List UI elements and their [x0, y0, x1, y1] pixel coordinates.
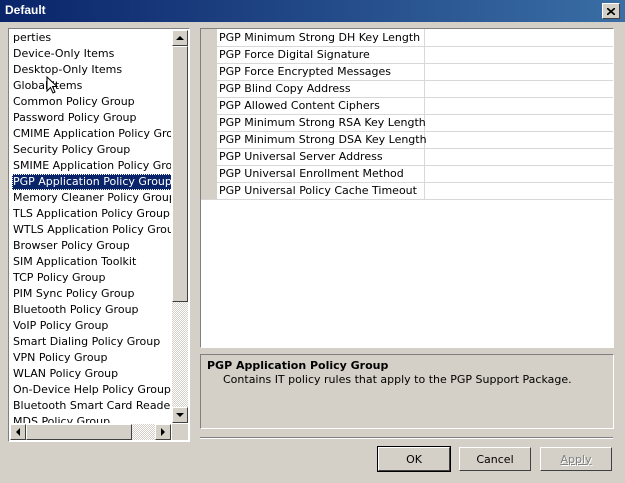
grid-property-name[interactable]: PGP Blind Copy Address — [218, 80, 425, 97]
list-item[interactable]: perties — [12, 30, 52, 46]
grid-row-margin — [201, 114, 217, 131]
grid-property-value[interactable] — [425, 63, 613, 80]
scroll-left-button[interactable] — [10, 424, 26, 440]
list-item[interactable]: Browser Policy Group — [12, 238, 131, 254]
scroll-right-button[interactable] — [155, 424, 171, 440]
grid-property-value[interactable] — [425, 114, 613, 131]
list-item[interactable]: On-Device Help Policy Group — [12, 382, 171, 398]
grid-property-name[interactable]: PGP Minimum Strong RSA Key Length — [218, 114, 426, 131]
grid-property-name[interactable]: PGP Universal Server Address — [218, 148, 425, 165]
grid-property-name[interactable]: PGP Minimum Strong DH Key Length — [218, 29, 425, 46]
close-icon — [607, 7, 615, 15]
arrow-up-icon — [176, 36, 184, 40]
cancel-button[interactable]: Cancel — [459, 447, 531, 471]
list-item[interactable]: PGP Application Policy Group — [12, 174, 171, 190]
apply-button-label: Apply — [560, 452, 592, 466]
ok-button[interactable]: OK — [377, 446, 451, 472]
description-text: Contains IT policy rules that apply to t… — [223, 373, 572, 386]
grid-row[interactable]: PGP Minimum Strong RSA Key Length — [201, 114, 613, 132]
list-item[interactable]: VPN Policy Group — [12, 350, 109, 366]
property-grid[interactable]: PGP Minimum Strong DH Key Length PGP Forc… — [200, 28, 614, 348]
list-item[interactable]: SMIME Application Policy Group — [12, 158, 171, 174]
list-item[interactable]: TLS Application Policy Group — [12, 206, 171, 222]
vertical-scroll-thumb[interactable] — [172, 46, 188, 302]
grid-row[interactable]: PGP Force Digital Signature — [201, 46, 613, 64]
list-item[interactable]: Security Policy Group — [12, 142, 131, 158]
list-item[interactable]: WLAN Policy Group — [12, 366, 119, 382]
grid-row[interactable]: PGP Force Encrypted Messages — [201, 63, 613, 81]
grid-property-value[interactable] — [425, 131, 613, 148]
grid-row-margin — [201, 165, 217, 182]
vertical-scrollbar[interactable] — [172, 30, 188, 423]
separator — [200, 437, 613, 439]
grid-property-value[interactable] — [425, 29, 613, 46]
list-item[interactable]: CMIME Application Policy Group — [12, 126, 171, 142]
grid-property-value[interactable] — [425, 165, 613, 182]
list-item[interactable]: WTLS Application Policy Group — [12, 222, 171, 238]
list-item[interactable]: Desktop-Only Items — [12, 62, 123, 78]
grid-property-value[interactable] — [425, 182, 613, 199]
description-panel: PGP Application Policy Group Contains IT… — [200, 354, 614, 429]
grid-row-margin — [201, 97, 217, 114]
grid-row-margin — [201, 148, 217, 165]
horizontal-scrollbar[interactable] — [10, 424, 171, 440]
grid-row[interactable]: PGP Minimum Strong DH Key Length — [201, 29, 613, 47]
arrow-right-icon — [161, 428, 165, 436]
list-item[interactable]: Bluetooth Policy Group — [12, 302, 140, 318]
grid-property-name[interactable]: PGP Minimum Strong DSA Key Length — [218, 131, 427, 148]
list-item[interactable]: PIM Sync Policy Group — [12, 286, 136, 302]
grid-property-value[interactable] — [425, 97, 613, 114]
grid-row-margin — [201, 131, 217, 148]
grid-row[interactable]: PGP Universal Enrollment Method — [201, 165, 613, 183]
list-item[interactable]: TCP Policy Group — [12, 270, 107, 286]
description-title: PGP Application Policy Group — [207, 359, 389, 372]
grid-property-name[interactable]: PGP Universal Policy Cache Timeout — [218, 182, 425, 199]
mouse-cursor-icon — [46, 76, 58, 94]
grid-row-margin — [201, 182, 217, 199]
grid-property-name[interactable]: PGP Force Digital Signature — [218, 46, 425, 63]
grid-property-name[interactable]: PGP Allowed Content Ciphers — [218, 97, 425, 114]
grid-row[interactable]: PGP Allowed Content Ciphers — [201, 97, 613, 115]
apply-button[interactable]: Apply — [540, 447, 612, 471]
policy-group-list-viewport: perties Device-Only Items Desktop-Only Ite… — [10, 30, 171, 423]
horizontal-scroll-thumb[interactable] — [26, 424, 132, 440]
grid-property-name[interactable]: PGP Universal Enrollment Method — [218, 165, 425, 182]
grid-row-margin — [201, 80, 217, 97]
grid-property-name[interactable]: PGP Force Encrypted Messages — [218, 63, 425, 80]
grid-row[interactable]: PGP Minimum Strong DSA Key Length — [201, 131, 613, 149]
grid-row-margin — [201, 63, 217, 80]
scrollbar-corner — [172, 424, 188, 440]
grid-property-value[interactable] — [425, 46, 613, 63]
close-button[interactable] — [602, 3, 620, 19]
title-bar[interactable]: Default — [0, 0, 625, 22]
list-item[interactable]: Memory Cleaner Policy Group — [12, 190, 171, 206]
grid-property-value[interactable] — [425, 148, 613, 165]
grid-row-margin — [201, 29, 217, 46]
list-item[interactable]: VoIP Policy Group — [12, 318, 109, 334]
scroll-up-button[interactable] — [172, 30, 188, 46]
list-item[interactable]: SIM Application Toolkit — [12, 254, 137, 270]
grid-row[interactable]: PGP Universal Server Address — [201, 148, 613, 166]
list-item[interactable]: Password Policy Group — [12, 110, 138, 126]
list-item[interactable]: Common Policy Group — [12, 94, 136, 110]
grid-row-margin — [201, 46, 217, 63]
list-item[interactable]: Bluetooth Smart Card Reader Policy Group — [12, 398, 171, 414]
list-item[interactable]: Smart Dialing Policy Group — [12, 334, 161, 350]
grid-row[interactable]: PGP Universal Policy Cache Timeout — [201, 182, 613, 200]
grid-row[interactable]: PGP Blind Copy Address — [201, 80, 613, 98]
arrow-left-icon — [16, 428, 20, 436]
list-item[interactable]: Device-Only Items — [12, 46, 115, 62]
grid-property-value[interactable] — [425, 80, 613, 97]
list-item[interactable]: MDS Policy Group — [12, 414, 111, 423]
arrow-down-icon — [176, 413, 184, 417]
policy-group-list[interactable]: perties Device-Only Items Desktop-Only Ite… — [8, 28, 190, 442]
scroll-down-button[interactable] — [172, 407, 188, 423]
window-title: Default — [5, 3, 46, 17]
